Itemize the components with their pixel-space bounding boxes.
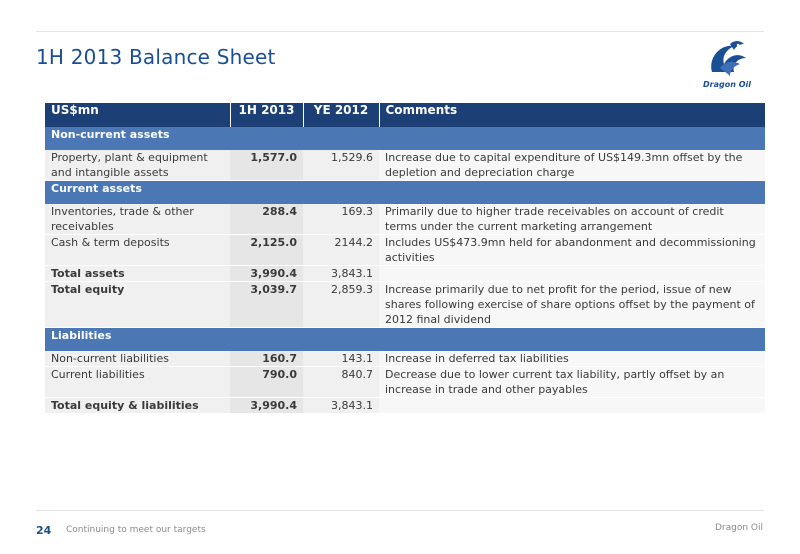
row-label: Total assets	[45, 265, 230, 282]
column-header-1h-2013: 1H 2013	[230, 103, 304, 127]
value-1h-2013: 3,990.4	[230, 397, 303, 414]
row-comment	[379, 265, 765, 282]
company-logo: Dragon Oil	[690, 36, 764, 94]
page-title: 1H 2013 Balance Sheet	[36, 45, 276, 69]
page-number: 24	[36, 524, 52, 537]
value-1h-2013: 288.4	[230, 204, 303, 235]
table-row: Cash & term deposits 2,125.0 2144.2 Incl…	[45, 234, 765, 266]
balance-sheet-table: US$mn 1H 2013 YE 2012 Comments Non-curre…	[45, 103, 765, 414]
section-label: Current assets	[45, 180, 765, 204]
value-ye-2012: 2,859.3	[303, 281, 379, 328]
section-label: Liabilities	[45, 327, 765, 351]
bottom-divider	[36, 510, 764, 511]
value-ye-2012: 2144.2	[303, 234, 379, 266]
table-row-total: Total assets 3,990.4 3,843.1	[45, 265, 765, 282]
section-label: Non-current assets	[45, 127, 765, 150]
row-label: Current liabilities	[45, 366, 230, 398]
value-ye-2012: 1,529.6	[303, 150, 379, 181]
row-label: Total equity	[45, 281, 230, 328]
logo-wordmark: Dragon Oil	[703, 80, 751, 89]
row-comment: Decrease due to lower current tax liabil…	[379, 366, 765, 398]
section-row-liabilities: Liabilities	[45, 327, 765, 351]
row-label: Non-current liabilities	[45, 351, 230, 367]
column-header-comments: Comments	[379, 103, 765, 127]
column-header-usmn: US$mn	[45, 103, 231, 127]
row-label: Inventories, trade & other receivables	[45, 204, 230, 235]
row-label: Property, plant & equipment and intangib…	[45, 150, 230, 181]
section-row-non-current-assets: Non-current assets	[45, 127, 765, 150]
table-row-total: Total equity & liabilities 3,990.4 3,843…	[45, 397, 765, 414]
table-row: Inventories, trade & other receivables 2…	[45, 204, 765, 235]
row-label: Total equity & liabilities	[45, 397, 230, 414]
footer-tagline: Continuing to meet our targets	[66, 525, 206, 535]
dragon-icon	[711, 41, 746, 76]
row-comment: Increase primarily due to net profit for…	[379, 281, 765, 328]
row-comment: Increase in deferred tax liabilities	[379, 351, 765, 367]
value-ye-2012: 169.3	[303, 204, 379, 235]
table-row-total: Total equity 3,039.7 2,859.3 Increase pr…	[45, 281, 765, 328]
value-1h-2013: 2,125.0	[230, 234, 303, 266]
top-divider	[36, 31, 764, 32]
table-row: Non-current liabilities 160.7 143.1 Incr…	[45, 351, 765, 367]
value-ye-2012: 143.1	[303, 351, 379, 367]
row-comment: Increase due to capital expenditure of U…	[379, 150, 765, 181]
row-label: Cash & term deposits	[45, 234, 230, 266]
table-row: Current liabilities 790.0 840.7 Decrease…	[45, 366, 765, 398]
value-ye-2012: 840.7	[303, 366, 379, 398]
footer-brand: Dragon Oil	[714, 523, 763, 533]
value-1h-2013: 1,577.0	[230, 150, 303, 181]
section-row-current-assets: Current assets	[45, 180, 765, 204]
value-ye-2012: 3,843.1	[303, 265, 379, 282]
column-header-ye-2012: YE 2012	[303, 103, 380, 127]
value-ye-2012: 3,843.1	[303, 397, 379, 414]
row-comment: Primarily due to higher trade receivable…	[379, 204, 765, 235]
value-1h-2013: 790.0	[230, 366, 303, 398]
value-1h-2013: 3,039.7	[230, 281, 303, 328]
table-header-row: US$mn 1H 2013 YE 2012 Comments	[45, 103, 765, 127]
value-1h-2013: 160.7	[230, 351, 303, 367]
row-comment	[379, 397, 765, 414]
row-comment: Includes US$473.9mn held for abandonment…	[379, 234, 765, 266]
value-1h-2013: 3,990.4	[230, 265, 303, 282]
table-row: Property, plant & equipment and intangib…	[45, 150, 765, 181]
